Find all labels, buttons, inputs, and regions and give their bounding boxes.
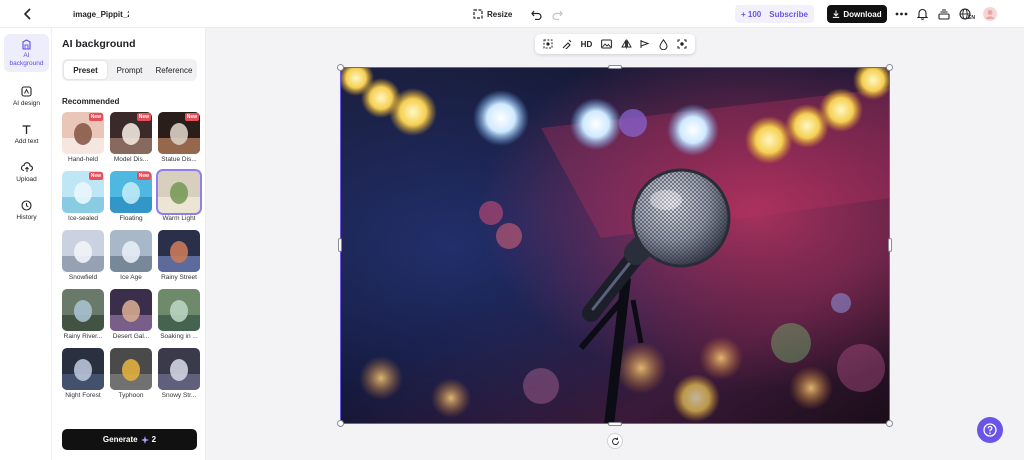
credits-subscribe[interactable]: + 100 Subscribe [735,5,814,23]
resize-handle-bottom-left[interactable] [337,420,344,427]
download-button[interactable]: Download [827,5,887,23]
preset-thumbnail[interactable]: New [110,171,152,213]
preset-image [62,230,104,272]
new-badge: New [136,113,151,121]
preset-label: Typhoon [118,392,144,399]
image-replace-icon[interactable] [601,39,612,49]
more-icon [895,12,908,16]
preset-image [158,230,200,272]
download-icon [832,10,840,18]
redo-icon [552,9,563,20]
preset-thumbnail[interactable] [110,348,152,390]
resize-icon [473,9,483,19]
image-toolbar: HD [535,34,695,54]
preset-image [62,289,104,331]
notifications-button[interactable] [917,0,928,28]
undo-icon [531,9,542,20]
preset-thumbnail[interactable] [156,169,202,215]
sparkle-icon [140,435,149,444]
redo-button[interactable] [552,0,563,28]
preset-label: Statue Dis... [161,156,197,163]
preset-label: Hand-held [68,156,98,163]
preset-image [158,348,200,390]
magic-eraser-icon[interactable] [562,39,572,49]
preset-thumbnail[interactable] [158,230,200,272]
rotate-button[interactable] [607,433,623,449]
preset-thumbnail[interactable] [110,289,152,331]
preset-label: Rainy River... [63,333,103,340]
preset-thumbnail[interactable] [158,348,200,390]
inbox-button[interactable] [938,0,950,28]
resize-label: Resize [487,9,513,19]
preset-thumbnail[interactable]: New [62,171,104,213]
preset-image [110,289,152,331]
preset-thumbnail[interactable] [110,230,152,272]
opacity-icon[interactable] [659,38,668,50]
preset-image [158,171,200,213]
generate-button[interactable]: Generate 2 [62,429,197,450]
resize-button[interactable]: Resize [473,0,512,28]
preset-image [62,348,104,390]
credits-count: + 100 [741,9,762,19]
stack-icon [938,8,950,20]
preset-image [158,289,200,331]
preset-label: Ice Age [120,274,142,281]
hd-button[interactable]: HD [581,40,593,49]
canvas-image[interactable] [340,67,890,424]
preset-label: Snowfield [68,274,98,281]
align-icon[interactable] [640,39,650,49]
undo-button[interactable] [531,0,542,28]
preset-thumbnail[interactable] [62,230,104,272]
preset-label: Model Dis... [113,156,149,163]
preset-thumbnail[interactable]: New [62,112,104,154]
avatar-button[interactable] [983,0,997,28]
avatar [983,7,997,21]
preset-label: Desert Gal... [112,333,150,340]
preset-image [110,348,152,390]
subscribe-link[interactable]: Subscribe [769,10,808,19]
bell-icon [917,8,928,20]
preset-thumbnail[interactable] [158,289,200,331]
resize-handle-top-right[interactable] [886,64,893,71]
preset-label: Warm Light [162,215,196,222]
resize-handle-top[interactable] [608,65,622,69]
rotate-icon [611,437,620,446]
focus-icon[interactable] [677,39,687,49]
resize-handle-left[interactable] [338,238,342,252]
flip-icon[interactable] [620,39,632,49]
new-badge: New [88,172,103,180]
new-badge: New [88,113,103,121]
preset-thumbnail[interactable] [62,289,104,331]
language-button[interactable]: EN [959,0,975,28]
resize-handle-top-left[interactable] [337,64,344,71]
help-button[interactable] [977,417,1003,443]
preset-label: Ice-sealed [68,215,98,222]
resize-handle-bottom[interactable] [608,422,622,426]
preset-label: Soaking in ... [160,333,198,340]
preset-label: Floating [119,215,143,222]
resize-handle-bottom-right[interactable] [886,420,893,427]
resize-handle-right[interactable] [888,238,892,252]
new-badge: New [184,113,199,121]
more-button[interactable] [895,0,908,28]
preset-label: Night Forest [65,392,101,399]
new-badge: New [136,172,151,180]
cutout-icon[interactable] [543,39,553,49]
generate-cost: 2 [151,435,157,444]
preset-thumbnail[interactable]: New [110,112,152,154]
download-label: Download [843,9,882,19]
help-icon [983,423,997,437]
preset-label: Snowy Str... [161,392,197,399]
preset-grid: New Hand-held New Model Dis... New Statue Dis… [0,0,206,424]
preset-image [110,230,152,272]
preset-label: Rainy Street [161,274,197,281]
preset-thumbnail[interactable] [62,348,104,390]
language-badge: EN [968,15,975,21]
microphone-photo [341,68,889,423]
generate-label: Generate [102,435,138,444]
preset-thumbnail[interactable]: New [158,112,200,154]
